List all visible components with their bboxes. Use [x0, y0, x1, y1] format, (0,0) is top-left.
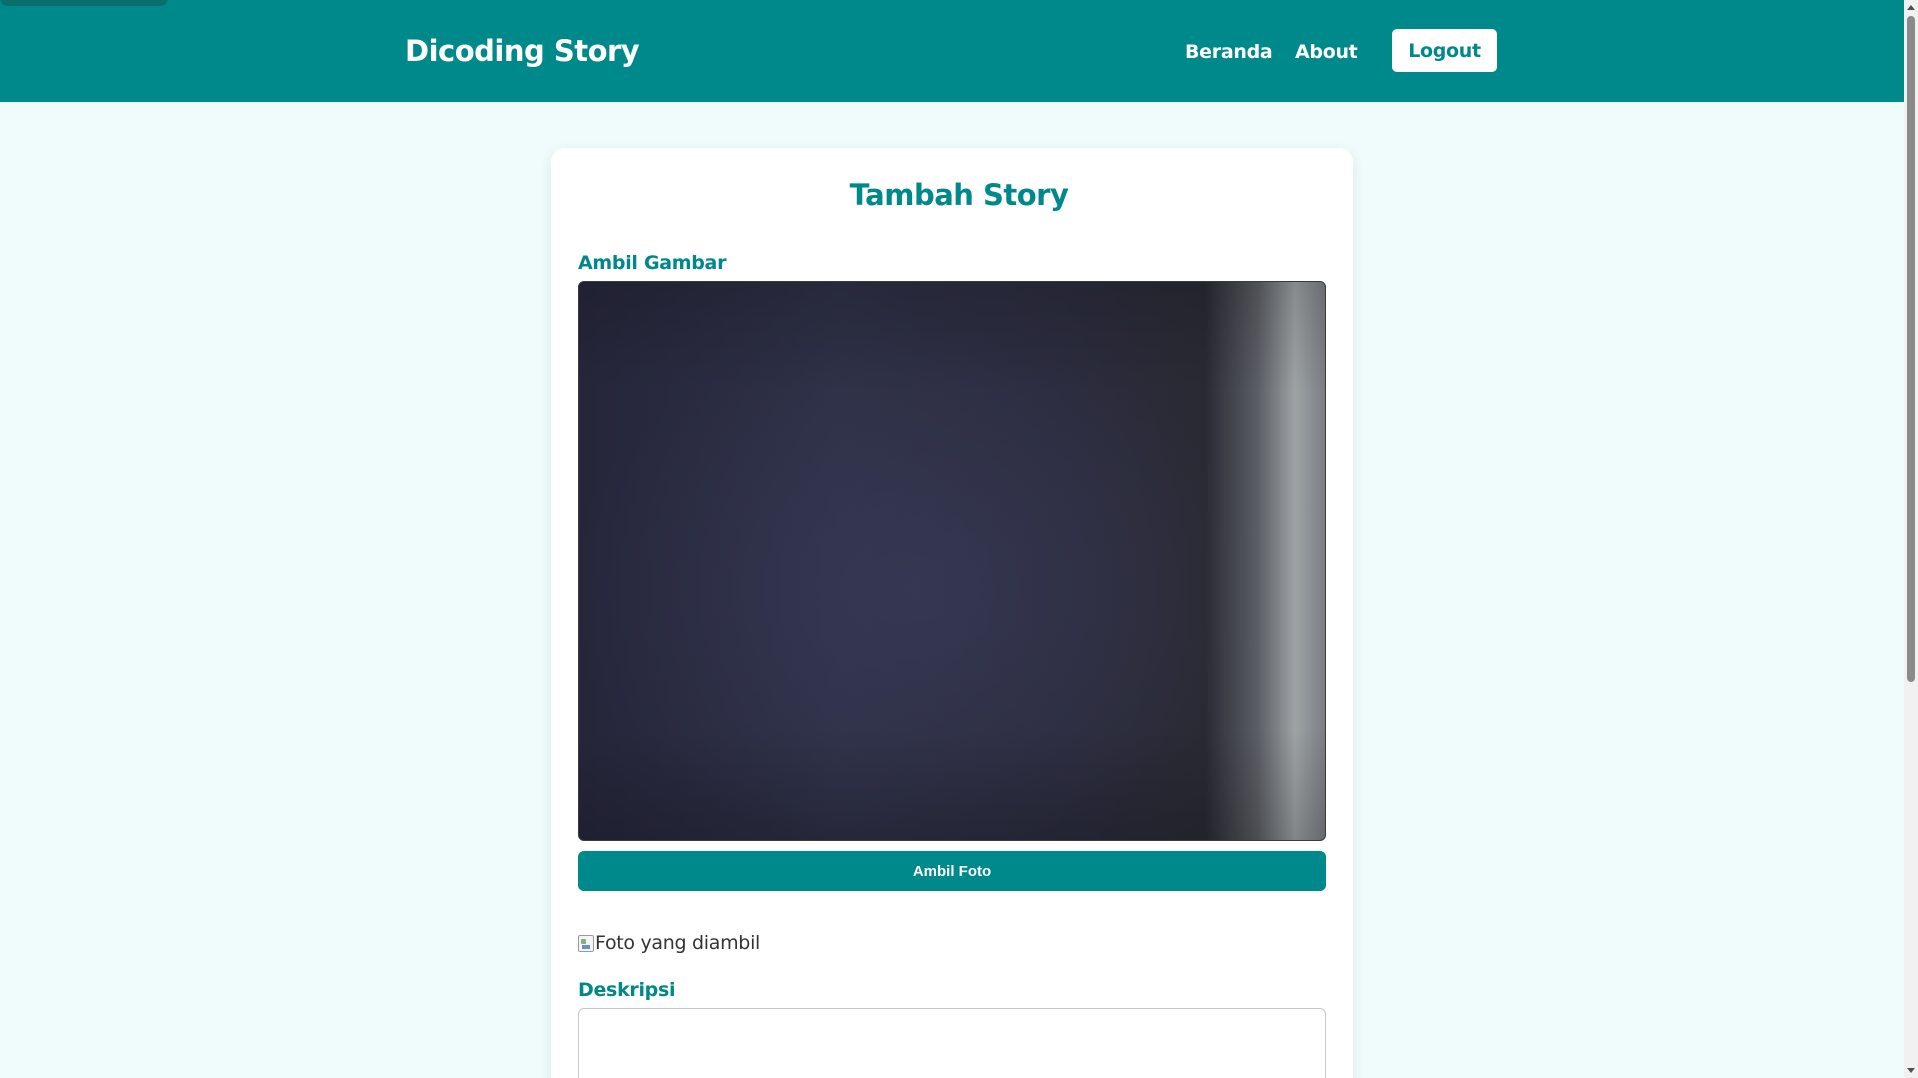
- camera-preview: [578, 281, 1326, 841]
- brand-title[interactable]: Dicoding Story: [405, 34, 640, 68]
- camera-label: Ambil Gambar: [578, 252, 727, 274]
- description-label: Deskripsi: [578, 979, 676, 1001]
- description-input[interactable]: [578, 1008, 1326, 1078]
- navbar: Dicoding Story Beranda About Logout: [0, 0, 1904, 102]
- skip-link[interactable]: [0, 0, 168, 6]
- capture-photo-button[interactable]: Ambil Foto: [578, 851, 1326, 891]
- nav-link-about[interactable]: About: [1295, 41, 1358, 63]
- broken-image-icon: [578, 934, 594, 952]
- scroll-down-arrow-icon[interactable]: [1907, 1068, 1915, 1073]
- nav-link-beranda[interactable]: Beranda: [1185, 41, 1273, 63]
- captured-photo: Foto yang diambil: [578, 932, 760, 954]
- scroll-up-arrow-icon[interactable]: [1907, 5, 1915, 10]
- logout-button[interactable]: Logout: [1392, 29, 1497, 72]
- vertical-scrollbar[interactable]: [1904, 0, 1918, 1078]
- captured-photo-alt: Foto yang diambil: [595, 932, 761, 954]
- scrollbar-thumb[interactable]: [1907, 16, 1915, 682]
- page-title: Tambah Story: [849, 178, 1069, 212]
